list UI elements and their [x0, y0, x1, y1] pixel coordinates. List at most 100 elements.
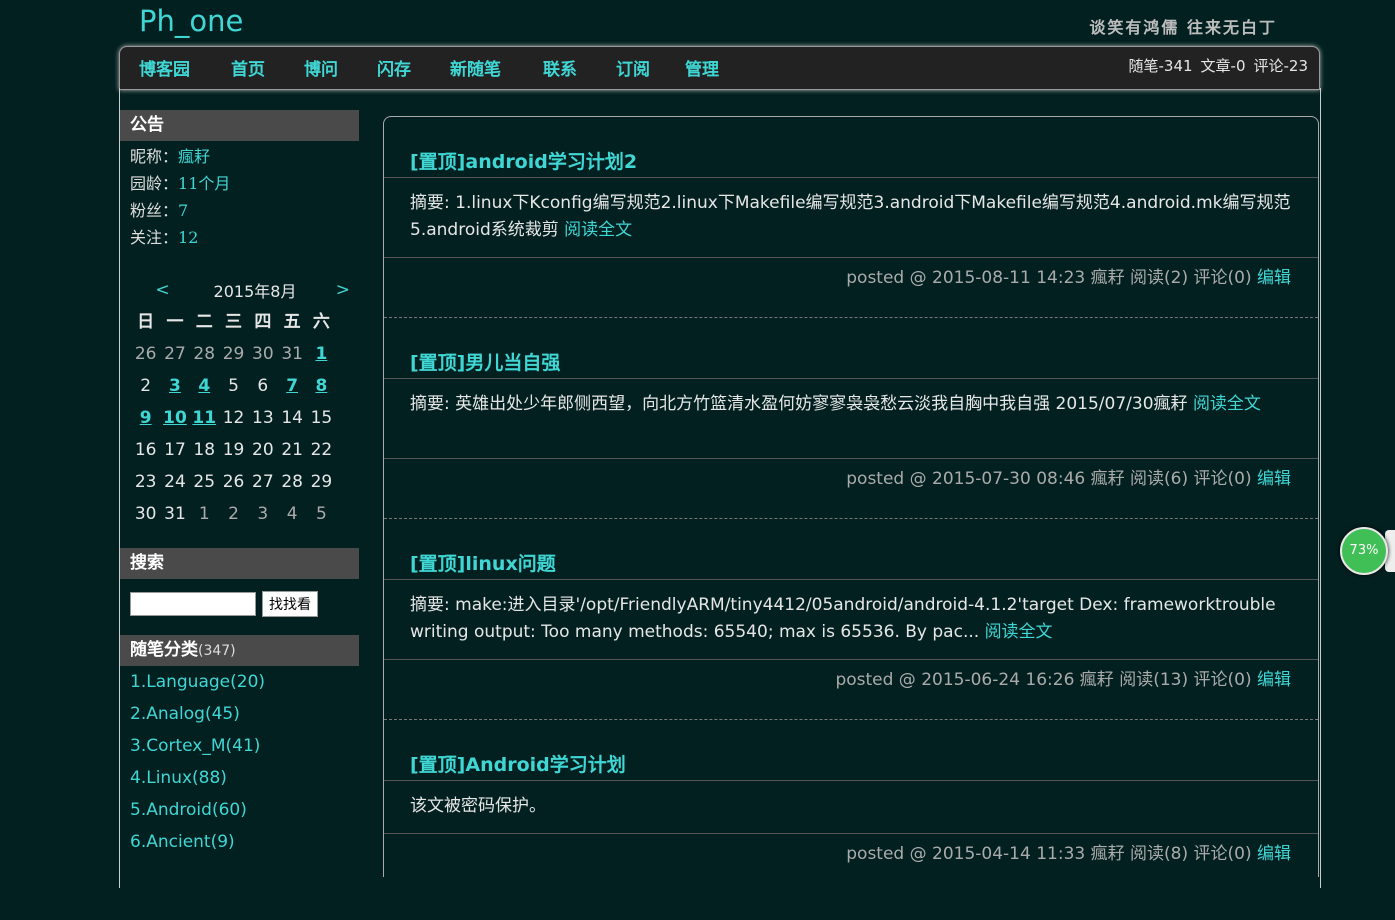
search-button[interactable]: 找找看: [262, 591, 318, 617]
category-item[interactable]: 6.Ancient(9): [120, 826, 359, 858]
calendar-weekday: 五: [283, 312, 301, 332]
notice-label: 粉丝：: [130, 201, 179, 220]
post-summary-text: 摘要: 英雄出处少年郎侧西望，向北方竹篮清水盈何妨寥寥袅袅愁云淡我自胸中我自强 …: [410, 394, 1188, 414]
calendar-weekday: 日: [137, 312, 155, 332]
nav-item-flash[interactable]: 闪存: [377, 47, 450, 89]
edit-link[interactable]: 编辑: [1257, 469, 1291, 489]
calendar-day-link[interactable]: 10: [160, 402, 189, 434]
notice-panel: 昵称：瘋耔 园龄：11个月 粉丝：7 关注：12: [120, 141, 359, 251]
post-summary-text: 摘要: make:进入目录'/opt/FriendlyARM/tiny4412/…: [410, 595, 1276, 642]
post-item: [置顶]android学习计划2 摘要: 1.linux下Kconfig编写规范…: [384, 117, 1318, 318]
notice-following: 关注：12: [120, 224, 359, 251]
calendar-day: 5: [316, 504, 327, 524]
edit-link[interactable]: 编辑: [1257, 268, 1291, 288]
category-heading: 随笔分类(347): [120, 635, 359, 666]
category-count: (347): [198, 643, 236, 659]
nav-item-home[interactable]: 首页: [231, 47, 304, 89]
nav-menu: 博客园 首页 博问 闪存 新随笔 联系 订阅 管理: [139, 47, 745, 89]
post-summary: 摘要: 1.linux下Kconfig编写规范2.linux下Makefile编…: [410, 190, 1292, 244]
calendar-day: 27: [164, 344, 186, 364]
calendar-day: 29: [310, 472, 333, 492]
category-item[interactable]: 4.Linux(88): [120, 762, 359, 794]
nav-item-contact[interactable]: 联系: [543, 47, 616, 89]
search-input[interactable]: [130, 592, 256, 616]
calendar-weekday: 四: [254, 312, 272, 332]
calendar-day: 23: [134, 472, 157, 492]
calendar-day: 6: [257, 376, 269, 396]
nav-item-questions[interactable]: 博问: [304, 47, 377, 89]
post-meta-text: posted @ 2015-08-11 14:23 瘋耔 阅读(2) 评论(0): [846, 268, 1252, 288]
calendar-day-link[interactable]: 9: [131, 402, 160, 434]
notice-label: 关注：: [130, 228, 179, 247]
nav-bar: 博客园 首页 博问 闪存 新随笔 联系 订阅 管理 随笔-341 文章-0 评论-2…: [119, 46, 1320, 90]
calendar-day: 20: [252, 440, 274, 460]
divider: [384, 579, 1318, 580]
post-list: [置顶]android学习计划2 摘要: 1.linux下Kconfig编写规范…: [383, 116, 1319, 877]
post-summary: 摘要: 英雄出处少年郎侧西望，向北方竹篮清水盈何妨寥寥袅袅愁云淡我自胸中我自强 …: [410, 391, 1292, 418]
calendar-day: 14: [281, 408, 303, 428]
post-meta-text: posted @ 2015-06-24 16:26 瘋耔 阅读(13) 评论(0…: [835, 670, 1252, 690]
post-meta: posted @ 2015-06-24 16:26 瘋耔 阅读(13) 评论(0…: [835, 665, 1291, 690]
post-meta-text: posted @ 2015-04-14 11:33 瘋耔 阅读(8) 评论(0): [846, 844, 1252, 864]
calendar-day-link[interactable]: 11: [190, 402, 219, 434]
calendar-day-link[interactable]: 4: [190, 370, 219, 402]
post-title[interactable]: [置顶]android学习计划2: [410, 147, 637, 174]
calendar-day-link[interactable]: 7: [277, 370, 306, 402]
stat-comments: 评论-23: [1253, 57, 1309, 75]
calendar-day: 26: [134, 344, 157, 364]
calendar-day: 26: [222, 472, 245, 492]
calendar-day: 15: [310, 408, 333, 428]
calendar-day-link[interactable]: 8: [307, 370, 336, 402]
read-more-link[interactable]: 阅读全文: [985, 622, 1053, 642]
search-box: 找找看: [130, 589, 359, 619]
calendar-day: 19: [222, 440, 245, 460]
divider: [384, 659, 1318, 660]
calendar-day: 18: [193, 440, 216, 460]
post-title[interactable]: [置顶]Android学习计划: [410, 750, 626, 777]
divider: [384, 257, 1318, 258]
nav-item-cnblogs[interactable]: 博客园: [139, 47, 231, 89]
calendar-next-button[interactable]: >: [305, 280, 350, 300]
calendar-prev-button[interactable]: <: [120, 280, 205, 300]
nickname-link[interactable]: 瘋耔: [178, 147, 210, 166]
site-title[interactable]: Ph_one: [139, 4, 243, 38]
edit-link[interactable]: 编辑: [1257, 670, 1291, 690]
calendar-weekday: 一: [166, 312, 184, 332]
calendar-day-link[interactable]: 1: [307, 338, 336, 370]
read-more-link[interactable]: 阅读全文: [1193, 394, 1261, 414]
category-item[interactable]: 3.Cortex_M(41): [120, 730, 359, 762]
post-title[interactable]: [置顶]linux问题: [410, 549, 556, 576]
calendar-day: 22: [310, 440, 333, 460]
calendar-title: 2015年8月: [213, 282, 297, 301]
age-link[interactable]: 11个月: [178, 174, 230, 193]
read-more-link[interactable]: 阅读全文: [564, 220, 632, 240]
calendar-day: 31: [281, 344, 303, 364]
calendar-day: 4: [286, 504, 298, 524]
calendar-weekday: 六: [312, 312, 330, 332]
notice-nickname: 昵称：瘋耔: [120, 143, 359, 170]
calendar-day: 2: [140, 376, 152, 396]
calendar-day: 31: [164, 504, 186, 524]
nav-item-new-post[interactable]: 新随笔: [450, 47, 543, 89]
stat-articles: 文章-0: [1200, 57, 1246, 75]
following-link[interactable]: 12: [178, 228, 198, 247]
post-meta: posted @ 2015-04-14 11:33 瘋耔 阅读(8) 评论(0)…: [846, 839, 1291, 864]
edit-link[interactable]: 编辑: [1257, 844, 1291, 864]
speed-badge[interactable]: 73%: [1340, 527, 1388, 575]
nav-item-admin[interactable]: 管理: [685, 47, 745, 89]
calendar-grid: 日一二三四五六 26 27 28 29 30 31 1 2 3 4 5 6 7 8 9 10 11 12 13 14 15…: [131, 306, 359, 530]
calendar-day: 24: [164, 472, 186, 492]
post-meta: posted @ 2015-07-30 08:46 瘋耔 阅读(6) 评论(0)…: [846, 464, 1291, 489]
nav-item-subscribe[interactable]: 订阅: [616, 47, 685, 89]
calendar-day-link[interactable]: 3: [160, 370, 189, 402]
post-item: [置顶]linux问题 摘要: make:进入目录'/opt/FriendlyA…: [384, 519, 1318, 720]
divider: [384, 780, 1318, 781]
calendar-day: 1: [198, 504, 210, 524]
post-title[interactable]: [置顶]男儿当自强: [410, 348, 560, 375]
category-item[interactable]: 2.Analog(45): [120, 698, 359, 730]
calendar-day: 3: [257, 504, 269, 524]
followers-link[interactable]: 7: [178, 201, 188, 220]
category-item[interactable]: 1.Language(20): [120, 666, 359, 698]
calendar-day: 28: [193, 344, 216, 364]
category-item[interactable]: 5.Android(60): [120, 794, 359, 826]
